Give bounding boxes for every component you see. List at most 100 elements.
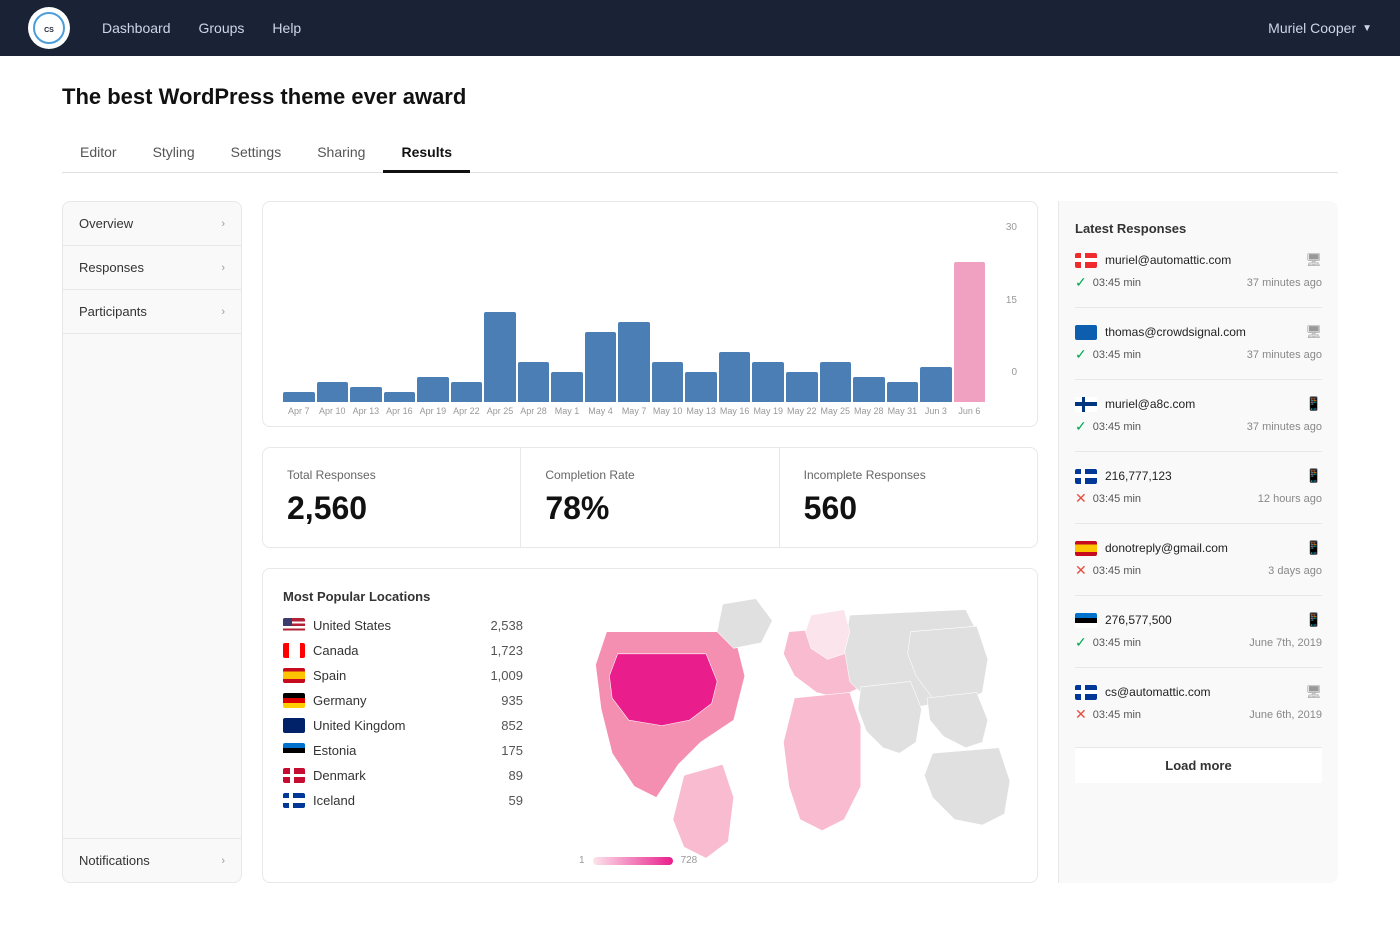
bar-group	[417, 377, 449, 402]
map-panel: 1 728	[563, 569, 1037, 882]
x-icon: ✕	[1075, 562, 1087, 579]
x-label: Apr 19	[417, 406, 449, 416]
stat-total-value: 2,560	[287, 490, 496, 527]
flag-is	[1075, 685, 1097, 700]
flag-fi	[1075, 397, 1097, 412]
bar-group	[585, 332, 617, 402]
bar	[719, 352, 751, 402]
response-header: thomas@crowdsignal.com 🖥	[1075, 324, 1322, 340]
sidebar-item-overview-label: Overview	[79, 216, 133, 231]
response-email-row: thomas@crowdsignal.com	[1075, 325, 1246, 340]
response-time-row: ✓ 03:45 min	[1075, 274, 1141, 291]
bar	[685, 372, 717, 402]
response-time-ago: June 6th, 2019	[1249, 709, 1322, 721]
location-count: 89	[509, 768, 523, 783]
bar-group	[954, 262, 986, 402]
x-label: Apr 22	[451, 406, 483, 416]
response-email-row: cs@automattic.com	[1075, 685, 1211, 700]
logo[interactable]: CS	[28, 7, 70, 49]
bar	[652, 362, 684, 402]
tab-settings[interactable]: Settings	[213, 134, 300, 173]
stat-completion: Completion Rate 78%	[521, 448, 779, 547]
nav-dashboard[interactable]: Dashboard	[102, 20, 171, 36]
location-name: Estonia	[313, 743, 493, 758]
location-count: 2,538	[490, 618, 523, 633]
response-time-ago: 3 days ago	[1268, 565, 1322, 577]
response-time-ago: 37 minutes ago	[1247, 277, 1322, 289]
user-menu[interactable]: Muriel Cooper ▼	[1268, 20, 1372, 36]
stat-total: Total Responses 2,560	[263, 448, 521, 547]
svg-text:CS: CS	[44, 27, 54, 34]
sidebar-item-notifications[interactable]: Notifications ›	[63, 838, 241, 882]
bar	[585, 332, 617, 402]
response-time-ago: June 7th, 2019	[1249, 637, 1322, 649]
sidebar-item-overview[interactable]: Overview ›	[63, 202, 241, 246]
nav-help[interactable]: Help	[272, 20, 301, 36]
x-label: Apr 10	[317, 406, 349, 416]
tab-editor[interactable]: Editor	[62, 134, 135, 173]
responses-list: muriel@automattic.com 🖥 ✓ 03:45 min 37 m…	[1075, 252, 1322, 739]
chevron-right-icon: ›	[221, 855, 225, 867]
legend-min: 1	[579, 855, 585, 866]
location-row: Iceland 59	[283, 793, 523, 808]
device-icon: 🖥	[1305, 252, 1322, 268]
bar	[551, 372, 583, 402]
response-email: 276,577,500	[1105, 613, 1172, 627]
x-label: Apr 28	[518, 406, 550, 416]
response-email: 216,777,123	[1105, 469, 1172, 483]
user-name: Muriel Cooper	[1268, 20, 1356, 36]
load-more-button[interactable]: Load more	[1075, 747, 1322, 783]
response-duration: 03:45 min	[1093, 277, 1141, 289]
location-count: 1,009	[490, 668, 523, 683]
x-label: May 13	[685, 406, 717, 416]
x-label: Jun 6	[954, 406, 986, 416]
bar	[786, 372, 818, 402]
tab-styling[interactable]: Styling	[135, 134, 213, 173]
sidebar-notifications-label: Notifications	[79, 853, 150, 868]
x-label: Apr 7	[283, 406, 315, 416]
bar-group	[518, 362, 550, 402]
locations-panel: Most Popular Locations United States 2,5…	[263, 569, 543, 882]
flag-es	[283, 668, 305, 683]
bar-group	[920, 367, 952, 402]
response-meta: ✓ 03:45 min 37 minutes ago	[1075, 418, 1322, 435]
location-count: 1,723	[490, 643, 523, 658]
flag-us	[283, 618, 305, 633]
page-title: The best WordPress theme ever award	[62, 84, 1338, 110]
response-email-row: donotreply@gmail.com	[1075, 541, 1228, 556]
latest-responses-panel: Latest Responses muriel@automattic.com 🖥…	[1058, 201, 1338, 883]
latest-responses-title: Latest Responses	[1075, 221, 1322, 236]
location-row: Estonia 175	[283, 743, 523, 758]
response-time-row: ✕ 03:45 min	[1075, 490, 1141, 507]
location-row: Germany 935	[283, 693, 523, 708]
response-duration: 03:45 min	[1093, 349, 1141, 361]
check-icon: ✓	[1075, 418, 1087, 435]
y-label-0: 0	[1011, 367, 1017, 378]
response-item: muriel@automattic.com 🖥 ✓ 03:45 min 37 m…	[1075, 252, 1322, 308]
x-label: Apr 25	[484, 406, 516, 416]
nav-groups[interactable]: Groups	[199, 20, 245, 36]
world-map-svg	[579, 585, 1021, 866]
bar	[518, 362, 550, 402]
x-label: May 25	[820, 406, 852, 416]
response-item: 276,577,500 📱 ✓ 03:45 min June 7th, 2019	[1075, 612, 1322, 668]
check-icon: ✓	[1075, 346, 1087, 363]
sidebar-item-participants[interactable]: Participants ›	[63, 290, 241, 334]
flag-gr	[1075, 325, 1097, 340]
flag-dk	[283, 768, 305, 783]
stat-total-label: Total Responses	[287, 468, 496, 482]
response-time-row: ✓ 03:45 min	[1075, 634, 1141, 651]
flag-ca	[283, 643, 305, 658]
x-label: May 22	[786, 406, 818, 416]
flag-is	[1075, 469, 1097, 484]
bar-group	[752, 362, 784, 402]
sidebar-item-responses[interactable]: Responses ›	[63, 246, 241, 290]
page: The best WordPress theme ever award Edit…	[0, 56, 1400, 938]
response-duration: 03:45 min	[1093, 709, 1141, 721]
bar-group	[719, 352, 751, 402]
tab-results[interactable]: Results	[383, 134, 470, 173]
response-header: muriel@a8c.com 📱	[1075, 396, 1322, 412]
tab-sharing[interactable]: Sharing	[299, 134, 383, 173]
response-item: cs@automattic.com 🖥 ✕ 03:45 min June 6th…	[1075, 684, 1322, 739]
location-name: Canada	[313, 643, 482, 658]
